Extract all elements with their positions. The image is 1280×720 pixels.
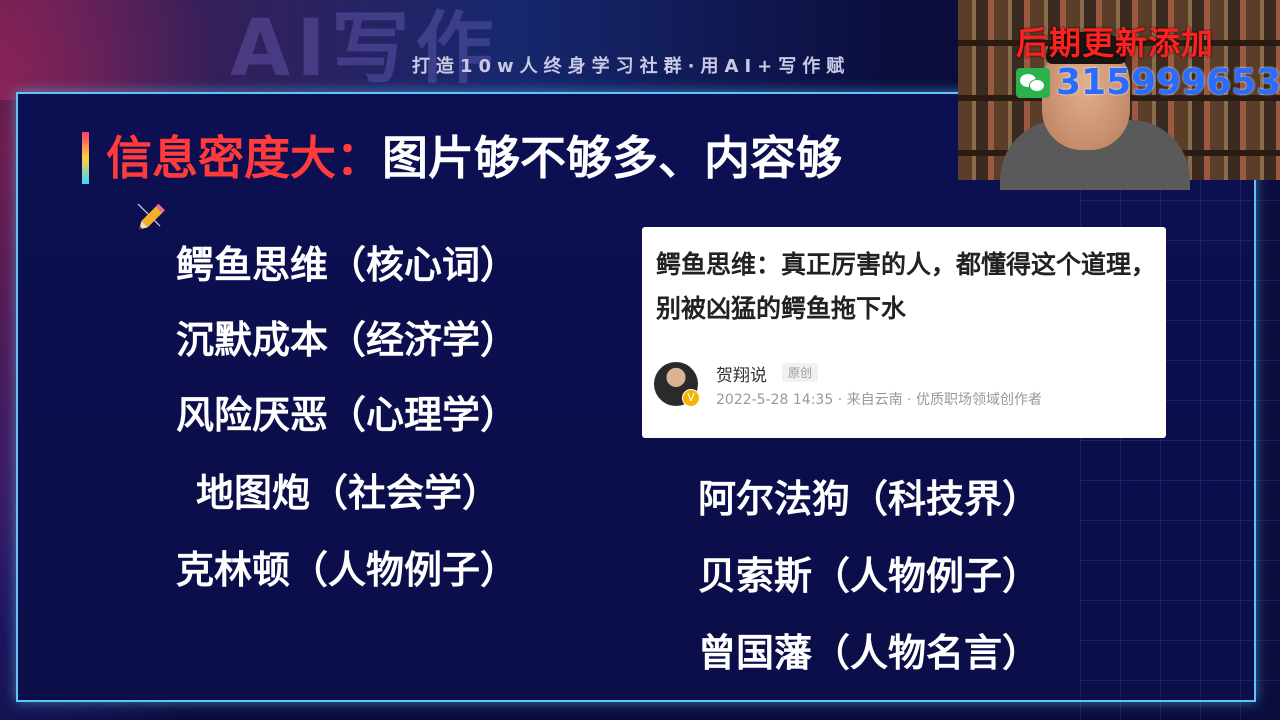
header-logo: AI写作 [230, 4, 500, 94]
left-item-2: 沉默成本（经济学） [176, 318, 519, 362]
contact-number: 315999653 [1056, 62, 1280, 103]
wechat-icon [1016, 68, 1050, 98]
original-badge: 原创 [782, 363, 819, 382]
title-accent-bar [82, 132, 89, 184]
right-item-2: 贝索斯（人物例子） [698, 554, 1041, 598]
right-item-3: 曾国藩（人物名言） [698, 631, 1041, 675]
slide-title: 信息密度大：图片够不够多、内容够 [106, 128, 842, 188]
pencil-icon [137, 203, 165, 230]
left-item-3: 风险厌恶（心理学） [176, 393, 519, 437]
header-slogan: 打造10w人终身学习社群·用AI+写作赋 [412, 56, 851, 77]
verified-badge-icon: V [682, 389, 700, 407]
article-meta: 2022-5-28 14:35 · 来自云南 · 优质职场领域创作者 [716, 392, 1042, 408]
article-card: 鳄鱼思维：真正厉害的人，都懂得这个道理，别被凶猛的鳄鱼拖下水 V 贺翔说 原创 … [642, 227, 1166, 438]
title-rest: 图片够不够多、内容够 [382, 131, 842, 185]
left-item-5: 克林顿（人物例子） [176, 548, 519, 592]
author-name: 贺翔说 [716, 366, 767, 386]
article-title: 鳄鱼思维：真正厉害的人，都懂得这个道理，别被凶猛的鳄鱼拖下水 [656, 250, 1157, 323]
title-highlight: 信息密度大： [106, 131, 382, 185]
left-item-1: 鳄鱼思维（核心词） [176, 243, 519, 287]
video-caption: 后期更新添加 [1016, 24, 1215, 62]
right-item-1: 阿尔法狗（科技界） [698, 477, 1041, 521]
left-item-4: 地图炮（社会学） [196, 471, 501, 515]
